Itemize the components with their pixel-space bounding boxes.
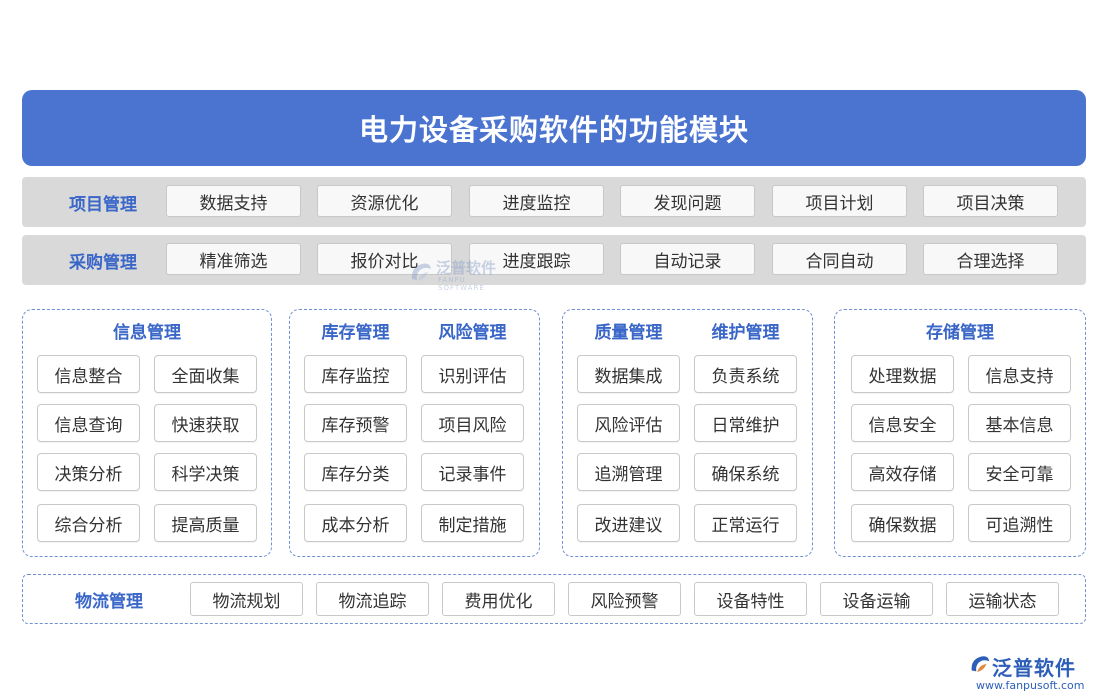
group-storage-management: 存储管理 处理数据 信息支持 信息安全 基本信息 高效存储 安全可靠 确保数据 … [834, 309, 1086, 557]
group-cell: 库存预警 [304, 404, 407, 442]
group-cell: 全面收集 [154, 355, 257, 393]
band-logistics-management: 物流管理 物流规划 物流追踪 费用优化 风险预警 设备特性 设备运输 运输状态 [22, 574, 1086, 624]
group-cell: 库存分类 [304, 453, 407, 491]
watermark-name: 泛普软件 [436, 259, 497, 277]
band-item: 合同自动 [772, 243, 907, 275]
group-cell: 项目风险 [421, 404, 524, 442]
group-header: 存储管理 [926, 322, 994, 343]
group-cell: 可追溯性 [968, 504, 1071, 542]
group-header: 维护管理 [711, 322, 780, 343]
band-item: 设备特性 [694, 582, 807, 616]
band-label: 采购管理 [69, 252, 137, 273]
group-cell: 追溯管理 [577, 453, 680, 491]
group-cell: 提高质量 [154, 504, 257, 542]
group-cell: 决策分析 [37, 453, 140, 491]
group-information-management: 信息管理 信息整合 全面收集 信息查询 快速获取 决策分析 科学决策 综合分析 … [22, 309, 272, 557]
group-header: 风险管理 [438, 322, 507, 343]
band-item: 运输状态 [946, 582, 1059, 616]
band-label: 项目管理 [69, 194, 137, 215]
band-project-management: 项目管理 数据支持 资源优化 进度监控 发现问题 项目计划 项目决策 [22, 177, 1086, 227]
group-header: 质量管理 [594, 322, 663, 343]
group-cell: 快速获取 [154, 404, 257, 442]
page-title: 电力设备采购软件的功能模块 [22, 90, 1086, 166]
band-item: 物流追踪 [316, 582, 429, 616]
band-item: 设备运输 [820, 582, 933, 616]
group-cell: 高效存储 [851, 453, 954, 491]
group-cell: 安全可靠 [968, 453, 1071, 491]
group-cell: 信息整合 [37, 355, 140, 393]
group-cell: 日常维护 [694, 404, 797, 442]
band-item: 项目决策 [923, 185, 1058, 217]
group-header: 信息管理 [113, 322, 181, 343]
brand-logo: 泛普软件 www.fanpusoft.com [968, 652, 1093, 694]
group-cell: 信息支持 [968, 355, 1071, 393]
band-item: 费用优化 [442, 582, 555, 616]
fanpu-logo-icon [971, 656, 990, 673]
group-cell: 确保数据 [851, 504, 954, 542]
group-quality-maintenance-management: 质量管理 维护管理 数据集成 负责系统 风险评估 日常维护 追溯管理 确保系统 … [562, 309, 813, 557]
group-cell: 基本信息 [968, 404, 1071, 442]
group-cell: 信息安全 [851, 404, 954, 442]
watermark: 泛普软件 FANPU SOFTWARE [408, 257, 508, 292]
band-item: 资源优化 [317, 185, 452, 217]
group-cell: 成本分析 [304, 504, 407, 542]
group-inventory-risk-management: 库存管理 风险管理 库存监控 识别评估 库存预警 项目风险 库存分类 记录事件 … [289, 309, 540, 557]
band-item: 自动记录 [620, 243, 755, 275]
band-item: 项目计划 [772, 185, 907, 217]
group-cell: 负责系统 [694, 355, 797, 393]
group-cell: 数据集成 [577, 355, 680, 393]
group-cell: 改进建议 [577, 504, 680, 542]
group-cell: 综合分析 [37, 504, 140, 542]
brand-url: www.fanpusoft.com [976, 679, 1085, 692]
group-cell: 信息查询 [37, 404, 140, 442]
fanpu-logo-icon [411, 263, 431, 281]
group-header: 库存管理 [321, 322, 390, 343]
watermark-sub: FANPU SOFTWARE [438, 276, 485, 292]
band-item: 精准筛选 [166, 243, 301, 275]
group-cell: 科学决策 [154, 453, 257, 491]
group-cell: 处理数据 [851, 355, 954, 393]
band-item: 物流规划 [190, 582, 303, 616]
group-cell: 库存监控 [304, 355, 407, 393]
group-cell: 正常运行 [694, 504, 797, 542]
band-item: 风险预警 [568, 582, 681, 616]
band-item: 数据支持 [166, 185, 301, 217]
band-procurement-management: 采购管理 精准筛选 报价对比 进度跟踪 自动记录 合同自动 合理选择 [22, 235, 1086, 285]
band-item: 发现问题 [620, 185, 755, 217]
group-cell: 制定措施 [421, 504, 524, 542]
group-cell: 记录事件 [421, 453, 524, 491]
group-cell: 识别评估 [421, 355, 524, 393]
group-cell: 确保系统 [694, 453, 797, 491]
band-item: 进度监控 [469, 185, 604, 217]
brand-name: 泛普软件 [992, 656, 1076, 680]
band-label: 物流管理 [75, 591, 143, 612]
group-cell: 风险评估 [577, 404, 680, 442]
band-item: 合理选择 [923, 243, 1058, 275]
